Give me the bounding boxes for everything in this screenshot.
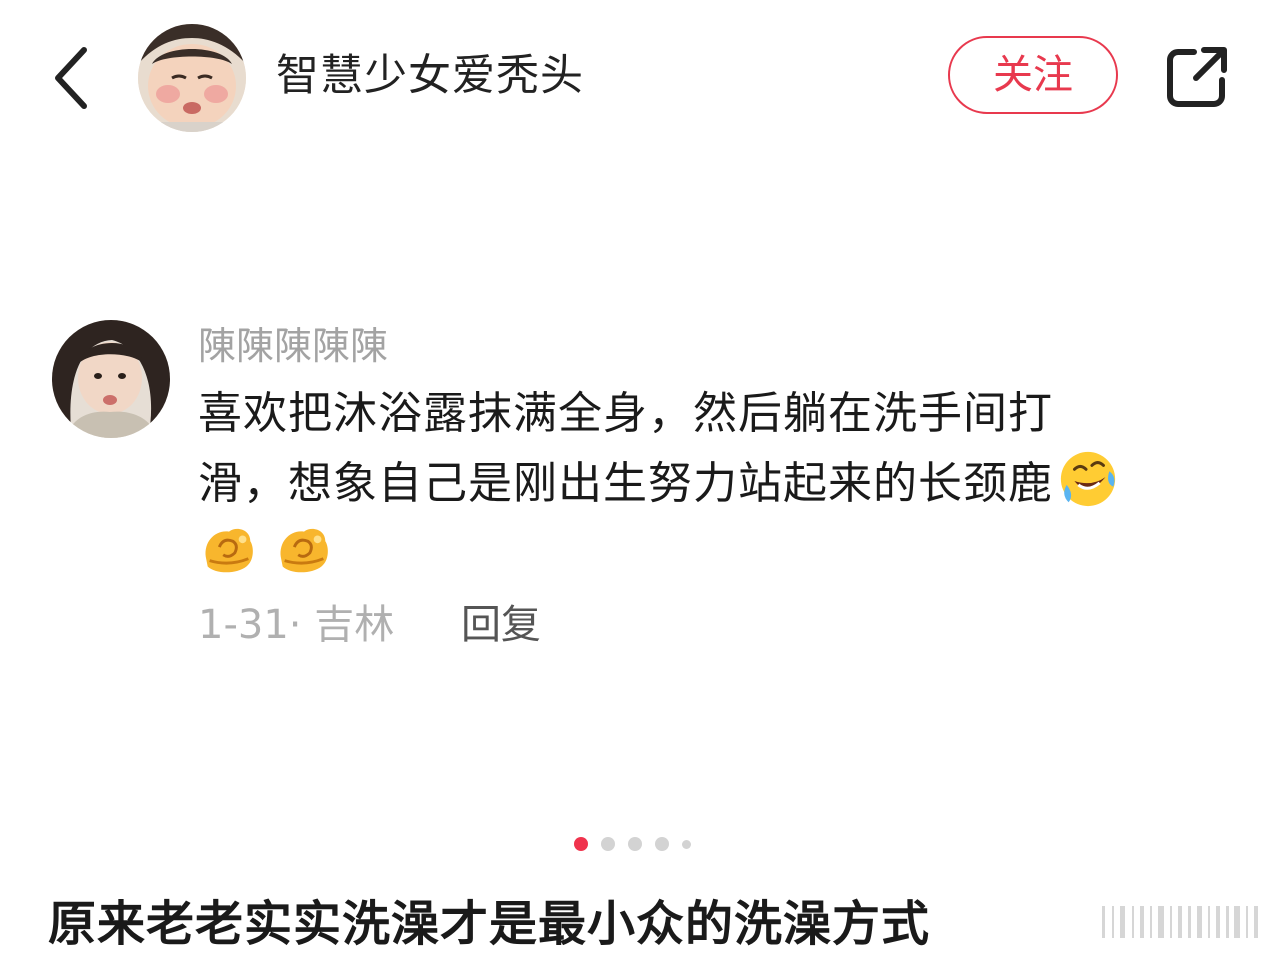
strong-emoji-icon [205,528,253,573]
follow-button[interactable]: 关注 [948,36,1118,114]
pagination-dot[interactable] [655,837,669,851]
back-button[interactable] [50,40,100,116]
comment-text: 喜欢把沐浴露抹满全身，然后躺在洗手间打 滑，想象自己是刚出生努力站起来的长颈鹿 [198,380,1228,518]
author-avatar-image [138,24,246,132]
watermark-graphic [1102,906,1258,938]
strong-emoji-icon [280,528,328,573]
comment-text-line: 滑，想象自己是刚出生努力站起来的长颈鹿 [198,448,1228,518]
share-external-icon [1167,47,1227,107]
image-pagination [574,836,691,852]
commenter-name[interactable]: 陳陳陳陳陳 [198,318,388,374]
author-avatar[interactable] [138,24,246,132]
post-title: 原来老老实实洗澡才是最小众的洗澡方式 [48,896,931,952]
pagination-dot-active[interactable] [574,837,588,851]
share-button[interactable] [1160,40,1234,114]
emoji-row [198,518,343,584]
chevron-left-icon [55,47,87,109]
pagination-dot[interactable] [682,839,691,849]
post-screen: 智慧少女爱秃头 关注 陳陳陳陳陳 喜欢把沐浴露抹满全身，然后躺在洗手间打 滑，想… [0,0,1284,960]
pagination-dot[interactable] [628,837,642,851]
pagination-dot[interactable] [601,837,615,851]
comment-text-line: 喜欢把沐浴露抹满全身，然后躺在洗手间打 [198,388,1053,439]
comment-text-line-content: 滑，想象自己是刚出生努力站起来的长颈鹿 [198,458,1053,509]
comment-date-location: 1-31· 吉林 [198,602,395,648]
rofl-emoji-icon [1060,451,1116,507]
commenter-avatar[interactable] [52,320,170,438]
author-name[interactable]: 智慧少女爱秃头 [276,44,584,108]
reply-button[interactable]: 回复 [461,602,541,648]
comment-meta: 1-31· 吉林 回复 [198,596,541,654]
commenter-avatar-image [52,320,170,438]
